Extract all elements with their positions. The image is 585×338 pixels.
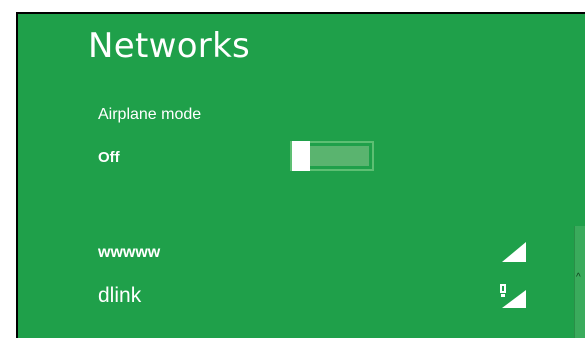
screen-frame: Networks Airplane mode Off wwwww dlink ^ xyxy=(0,0,585,338)
panel-title: Networks xyxy=(88,26,251,66)
scroll-up-icon[interactable]: ^ xyxy=(576,272,581,283)
scrollbar[interactable]: ^ xyxy=(574,226,585,338)
airplane-mode-state: Off xyxy=(98,149,120,166)
wifi-signal-icon xyxy=(502,242,526,262)
wifi-signal-secured-icon xyxy=(500,284,526,308)
networks-panel: Networks Airplane mode Off wwwww dlink ^ xyxy=(16,12,585,338)
network-name: wwwww xyxy=(98,244,161,261)
airplane-mode-label: Airplane mode xyxy=(98,106,202,123)
airplane-mode-toggle[interactable] xyxy=(290,141,374,171)
network-item[interactable]: dlink xyxy=(18,280,573,320)
toggle-thumb[interactable] xyxy=(292,141,310,171)
network-item[interactable]: wwwww xyxy=(18,236,573,276)
toggle-track xyxy=(310,146,369,166)
network-name: dlink xyxy=(98,284,142,307)
